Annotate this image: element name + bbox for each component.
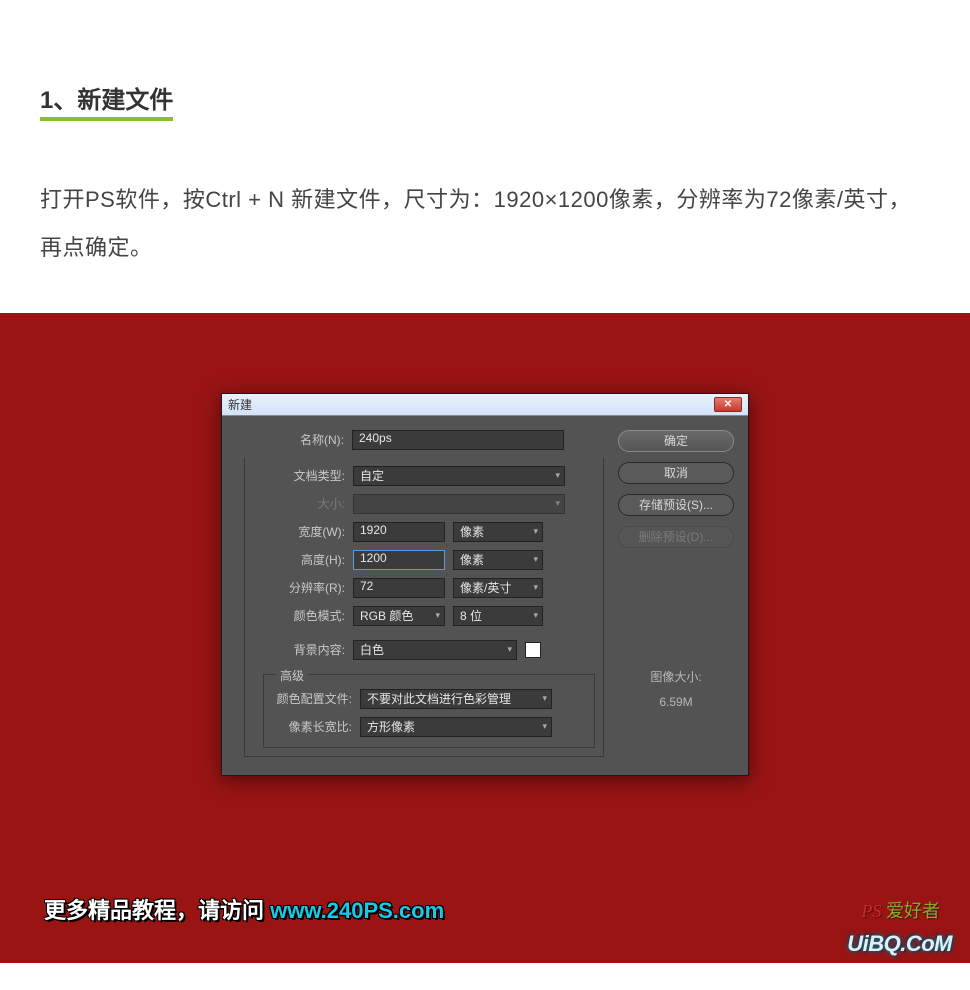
close-button[interactable]: ✕: [714, 397, 742, 412]
color-mode-label: 颜色模式:: [245, 607, 353, 624]
width-input[interactable]: 1920: [353, 522, 445, 542]
name-input[interactable]: 240ps: [352, 430, 564, 450]
image-size-label: 图像大小:: [650, 668, 701, 685]
chevron-down-icon: ▾: [435, 610, 440, 621]
dialog-title: 新建: [228, 396, 252, 413]
ok-button[interactable]: 确定: [618, 430, 734, 452]
cancel-button[interactable]: 取消: [618, 462, 734, 484]
chevron-down-icon: ▾: [507, 644, 512, 655]
footer-text: 更多精品教程，请访问 www.240PS.com: [44, 893, 444, 925]
color-profile-label: 颜色配置文件:: [274, 690, 360, 707]
footer-link: www.240PS.com: [270, 898, 444, 923]
new-document-dialog: 新建 ✕ 名称(N): 240ps 文档类型: 自定 ▾: [221, 393, 749, 776]
save-preset-button[interactable]: 存储预设(S)...: [618, 494, 734, 516]
chevron-down-icon: ▾: [542, 693, 547, 704]
bg-color-swatch[interactable]: [525, 642, 541, 658]
advanced-label: 高级: [276, 667, 308, 684]
chevron-down-icon: ▾: [555, 470, 560, 481]
color-profile-select[interactable]: 不要对此文档进行色彩管理 ▾: [360, 689, 552, 709]
chevron-down-icon: ▾: [555, 498, 560, 509]
height-unit-select[interactable]: 像素 ▾: [453, 550, 543, 570]
chevron-down-icon: ▾: [533, 526, 538, 537]
watermark-uibq: UiBQ.CoM: [847, 931, 952, 957]
dialog-titlebar: 新建 ✕: [222, 394, 748, 416]
size-select: ▾: [353, 494, 565, 514]
chevron-down-icon: ▾: [533, 582, 538, 593]
chevron-down-icon: ▾: [533, 554, 538, 565]
color-mode-select[interactable]: RGB 颜色 ▾: [353, 606, 445, 626]
chevron-down-icon: ▾: [533, 610, 538, 621]
image-size-value: 6.59M: [650, 695, 701, 709]
pixel-aspect-label: 像素长宽比:: [274, 718, 360, 735]
width-label: 宽度(W):: [245, 523, 353, 540]
bg-content-label: 背景内容:: [245, 641, 353, 658]
height-label: 高度(H):: [245, 551, 353, 568]
doc-type-label: 文档类型:: [245, 467, 353, 484]
resolution-label: 分辨率(R):: [245, 579, 353, 596]
resolution-input[interactable]: 72: [353, 578, 445, 598]
doc-type-select[interactable]: 自定 ▾: [353, 466, 565, 486]
pixel-aspect-select[interactable]: 方形像素 ▾: [360, 717, 552, 737]
bit-depth-select[interactable]: 8 位 ▾: [453, 606, 543, 626]
step-description: 打开PS软件，按Ctrl + N 新建文件，尺寸为：1920×1200像素，分辨…: [40, 176, 930, 273]
size-label: 大小:: [245, 495, 353, 512]
delete-preset-button: 删除预设(D)...: [618, 526, 734, 548]
watermark-ps-lover: PS 爱好者: [862, 897, 941, 923]
name-label: 名称(N):: [234, 431, 352, 448]
height-input[interactable]: 1200: [353, 550, 445, 570]
step-title: 1、新建文件: [40, 80, 173, 121]
resolution-unit-select[interactable]: 像素/英寸 ▾: [453, 578, 543, 598]
close-icon: ✕: [724, 399, 732, 410]
chevron-down-icon: ▾: [542, 721, 547, 732]
width-unit-select[interactable]: 像素 ▾: [453, 522, 543, 542]
screenshot-area: 新建 ✕ 名称(N): 240ps 文档类型: 自定 ▾: [0, 313, 970, 963]
bg-content-select[interactable]: 白色 ▾: [353, 640, 517, 660]
